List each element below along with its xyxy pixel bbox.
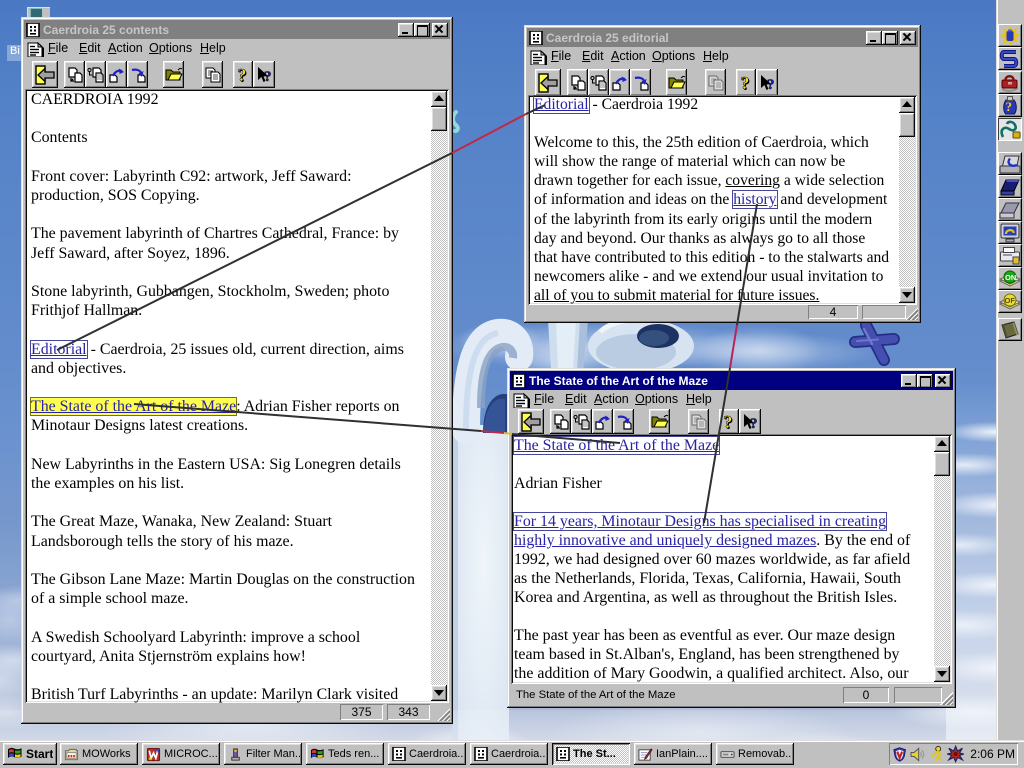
svg-text:ON: ON [1005, 273, 1016, 282]
svg-text:OF: OF [1005, 296, 1016, 305]
svg-text:?: ? [1006, 99, 1013, 114]
